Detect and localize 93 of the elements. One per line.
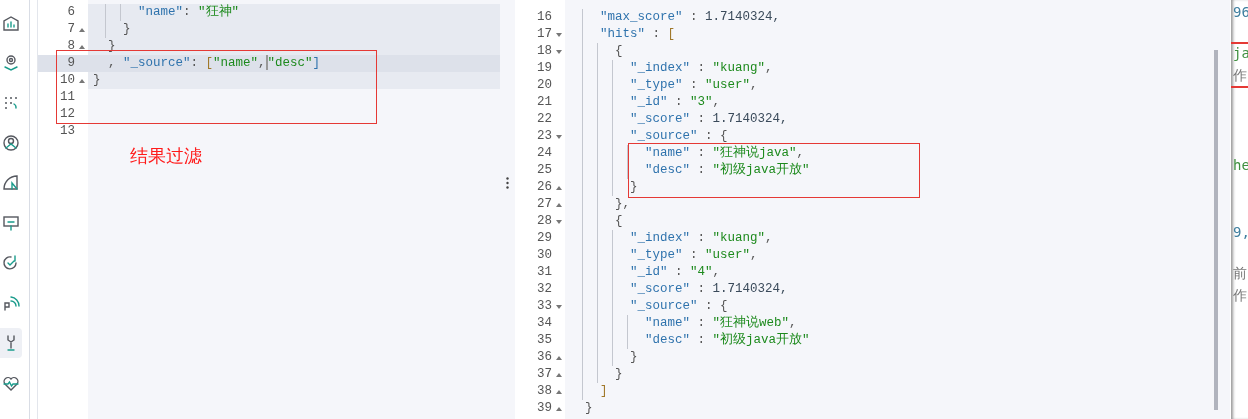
line-number: 32 (537, 281, 552, 298)
text-fragment: 前 (1233, 264, 1248, 283)
line-number: 24 (537, 145, 552, 162)
line-number: 31 (537, 264, 552, 281)
text-fragment: 作 (1233, 286, 1248, 305)
line-number: 35 (537, 332, 552, 349)
dashboard-icon[interactable] (2, 14, 20, 32)
person-circle-icon[interactable] (2, 134, 20, 152)
code-line: "_index" : "kuang", (629, 61, 773, 75)
code-line: "_score" : 1.7140324, (629, 112, 788, 126)
caret-up-icon[interactable] (555, 389, 562, 394)
caret-down-icon[interactable] (555, 49, 562, 54)
line-number: 21 (537, 94, 552, 111)
resize-handle-icon[interactable] (506, 177, 509, 189)
line-number: 6 (67, 4, 75, 21)
caret-down-icon[interactable] (555, 134, 562, 139)
line-number: 37 (537, 366, 552, 383)
code-line: }, (614, 197, 630, 211)
code-line: "name" : "狂神说java", (644, 146, 805, 160)
line-number: 39 (537, 400, 552, 417)
scrollbar[interactable] (1214, 50, 1218, 410)
code-line: "_type" : "user", (629, 78, 758, 92)
line-number: 26 (537, 179, 552, 196)
code-line: "desc" : "初级java开放" (644, 163, 810, 177)
caret-up-icon[interactable] (78, 44, 85, 49)
caret-down-icon[interactable] (555, 219, 562, 224)
code-line: "_score" : 1.7140324, (629, 282, 788, 296)
code-line: "_source" : { (629, 299, 728, 313)
line-number: 10 (60, 72, 75, 89)
code-line: ] (599, 384, 608, 398)
code-line: "name": "狂神" (137, 5, 240, 19)
line-number: 18 (537, 43, 552, 60)
nav-item-highlight[interactable] (0, 328, 22, 358)
caret-up-icon[interactable] (78, 27, 85, 32)
caret-up-icon[interactable] (555, 355, 562, 360)
map-pin-icon[interactable] (2, 54, 20, 72)
caret-up-icon[interactable] (555, 406, 562, 411)
line-number: 19 (537, 60, 552, 77)
text-fragment: 作 (1233, 66, 1248, 85)
caret-down-icon[interactable] (555, 32, 562, 37)
code-line: { (614, 44, 623, 58)
annotation-text: 结果过滤 (130, 144, 202, 168)
line-number: 9 (67, 55, 75, 72)
line-number: 34 (537, 315, 552, 332)
line-number: 30 (537, 247, 552, 264)
code-line: "_index" : "kuang", (629, 231, 773, 245)
code-line: "_id" : "3", (629, 95, 721, 109)
line-number: 22 (537, 111, 552, 128)
caret-up-icon[interactable] (555, 185, 562, 190)
line-number: 28 (537, 213, 552, 230)
line-number: 20 (537, 77, 552, 94)
dots-grid-icon[interactable] (2, 94, 20, 112)
line-number: 17 (537, 26, 552, 43)
caret-up-icon[interactable] (78, 78, 85, 83)
code-line: } (629, 180, 638, 194)
heart-pulse-icon[interactable] (2, 374, 20, 392)
line-number: 38 (537, 383, 552, 400)
code-line: "desc" : "初级java开放" (644, 333, 810, 347)
code-line: } (584, 401, 593, 415)
caret-up-icon[interactable] (555, 202, 562, 207)
line-number: 29 (537, 230, 552, 247)
code-line: } (93, 73, 101, 87)
highlight-frame (1231, 42, 1248, 88)
caret-up-icon[interactable] (555, 372, 562, 377)
code-line: "max_score" : 1.7140324, (599, 10, 781, 24)
code-line: "_id" : "4", (629, 265, 721, 279)
line-number: 27 (537, 196, 552, 213)
code-line: "_source" : { (629, 129, 728, 143)
line-number: 33 (537, 298, 552, 315)
text-fragment: ja (1233, 44, 1248, 63)
line-number: 13 (60, 123, 75, 140)
text-fragment: 9, (1233, 223, 1248, 242)
signal-icon[interactable] (2, 294, 20, 312)
line-number: 16 (537, 9, 552, 26)
caret-down-icon[interactable] (555, 304, 562, 309)
monitor-icon[interactable] (2, 214, 20, 232)
code-line: "hits" : [ (599, 27, 676, 41)
check-circle-icon[interactable] (2, 254, 20, 272)
code-line: } (614, 367, 623, 381)
code-line: { (614, 214, 623, 228)
line-number: 36 (537, 349, 552, 366)
code-line: } (629, 350, 638, 364)
line-number: 25 (537, 162, 552, 179)
line-number: 12 (60, 106, 75, 123)
code-line: } (122, 22, 131, 36)
code-line: "_type" : "user", (629, 248, 758, 262)
line-number: 23 (537, 128, 552, 145)
pie-chart-icon[interactable] (2, 174, 20, 192)
line-number: 8 (67, 38, 75, 55)
code-line: "name" : "狂神说web", (644, 316, 797, 330)
line-number: 11 (60, 89, 75, 106)
code-line: , "_source": ["name", "desc"] (107, 56, 321, 70)
line-number: 7 (67, 21, 75, 38)
